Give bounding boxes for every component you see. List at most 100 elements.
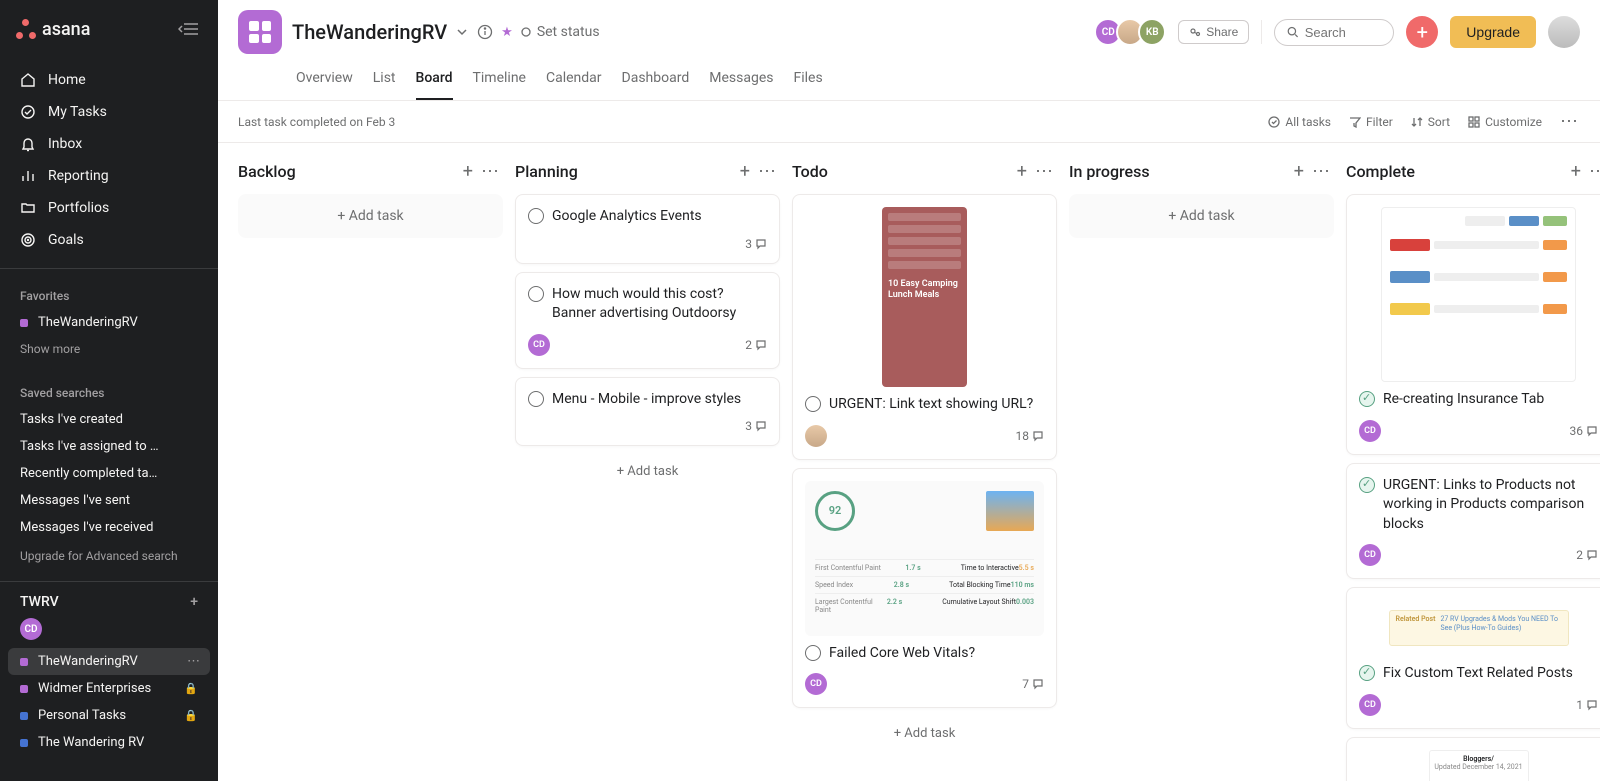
assignee-avatar[interactable]: CD (1359, 420, 1381, 442)
search-input[interactable] (1305, 25, 1382, 40)
assignee-avatar[interactable]: CD (528, 334, 550, 356)
sort-button[interactable]: Sort (1411, 115, 1450, 129)
share-button[interactable]: Share (1178, 20, 1249, 44)
complete-checkbox[interactable] (1359, 477, 1375, 493)
add-task-button[interactable]: + Add task (1069, 194, 1334, 238)
column-more-button[interactable]: ⋯ (1031, 161, 1057, 182)
add-task-button[interactable]: + Add task (515, 454, 780, 489)
comment-count[interactable]: 7 (1022, 677, 1044, 691)
search-box[interactable] (1274, 19, 1394, 46)
project-item[interactable]: TheWanderingRV⋯ (8, 648, 210, 675)
complete-checkbox[interactable] (805, 396, 821, 412)
add-task-button[interactable]: + Add task (238, 194, 503, 238)
nav-item-portfolios[interactable]: Portfolios (0, 192, 218, 224)
column-title[interactable]: Planning (515, 162, 736, 181)
project-icon[interactable] (238, 10, 282, 54)
column-title[interactable]: In progress (1069, 162, 1290, 181)
team-avatar[interactable]: CD (20, 618, 42, 640)
task-card[interactable]: 92First Contentful Paint1.7 sTime to Int… (792, 468, 1057, 709)
user-avatar[interactable] (1548, 16, 1580, 48)
tab-messages[interactable]: Messages (709, 60, 773, 100)
member-avatar[interactable]: KB (1138, 18, 1166, 46)
tab-calendar[interactable]: Calendar (546, 60, 602, 100)
column-more-button[interactable]: ⋯ (754, 161, 780, 182)
task-card[interactable]: How much would this cost? Banner adverti… (515, 272, 780, 369)
nav-item-my-tasks[interactable]: My Tasks (0, 96, 218, 128)
assignee-avatar[interactable] (805, 425, 827, 447)
task-card[interactable]: Bloggers/Updated December 14, 2021 (1346, 737, 1600, 781)
tab-files[interactable]: Files (793, 60, 822, 100)
filter-button[interactable]: Filter (1349, 115, 1393, 129)
logo[interactable]: asana (16, 19, 174, 40)
project-item[interactable]: Personal Tasks🔒 (0, 702, 218, 729)
set-status-button[interactable]: Set status (521, 24, 600, 40)
assignee-avatar[interactable]: CD (805, 673, 827, 695)
column-title[interactable]: Backlog (238, 162, 459, 181)
star-icon[interactable]: ★ (501, 25, 513, 40)
nav-item-goals[interactable]: Goals (0, 224, 218, 256)
comment-count[interactable]: 2 (745, 338, 767, 352)
task-card[interactable]: URGENT: Links to Products not working in… (1346, 463, 1600, 580)
comment-count[interactable]: 3 (745, 419, 767, 433)
project-dropdown-chevron[interactable] (455, 25, 469, 39)
column-more-button[interactable]: ⋯ (1585, 161, 1600, 182)
column-add-button[interactable]: + (736, 161, 754, 182)
task-card[interactable]: Google Analytics Events3 (515, 194, 780, 264)
comment-count[interactable]: 1 (1576, 698, 1598, 712)
column-add-button[interactable]: + (459, 161, 477, 182)
column-add-button[interactable]: + (1013, 161, 1031, 182)
complete-checkbox[interactable] (528, 286, 544, 302)
project-title[interactable]: TheWanderingRV (292, 20, 447, 44)
global-add-button[interactable]: + (1406, 16, 1438, 48)
favorite-item[interactable]: TheWanderingRV (0, 309, 218, 336)
assignee-avatar[interactable]: CD (1359, 694, 1381, 716)
complete-checkbox[interactable] (1359, 665, 1375, 681)
info-icon[interactable] (477, 24, 493, 40)
all-tasks-button[interactable]: All tasks (1268, 115, 1331, 129)
project-more-icon[interactable]: ⋯ (187, 654, 200, 669)
board-more-button[interactable]: ⋯ (1560, 111, 1580, 132)
nav-item-inbox[interactable]: Inbox (0, 128, 218, 160)
column-more-button[interactable]: ⋯ (1308, 161, 1334, 182)
assignee-avatar[interactable]: CD (1359, 544, 1381, 566)
tab-dashboard[interactable]: Dashboard (622, 60, 690, 100)
column-add-button[interactable]: + (1290, 161, 1308, 182)
upgrade-advanced-search[interactable]: Upgrade for Advanced search (0, 541, 218, 571)
column-add-button[interactable]: + (1567, 161, 1585, 182)
saved-search-item[interactable]: Messages I've sent (0, 487, 218, 514)
upgrade-button[interactable]: Upgrade (1450, 16, 1536, 48)
comment-count[interactable]: 36 (1570, 424, 1599, 438)
nav-item-reporting[interactable]: Reporting (0, 160, 218, 192)
tab-list[interactable]: List (373, 60, 396, 100)
saved-search-item[interactable]: Tasks I've created (0, 406, 218, 433)
nav-item-home[interactable]: Home (0, 64, 218, 96)
column-title[interactable]: Todo (792, 162, 1013, 181)
tab-timeline[interactable]: Timeline (473, 60, 526, 100)
comment-count[interactable]: 18 (1016, 429, 1045, 443)
tab-board[interactable]: Board (416, 60, 453, 100)
task-card[interactable]: Menu - Mobile - improve styles3 (515, 377, 780, 447)
add-task-button[interactable]: + Add task (792, 716, 1057, 751)
task-card[interactable]: Re-creating Insurance TabCD36 (1346, 194, 1600, 455)
saved-search-item[interactable]: Recently completed ta… (0, 460, 218, 487)
complete-checkbox[interactable] (528, 208, 544, 224)
add-project-button[interactable]: + (190, 594, 198, 610)
saved-search-item[interactable]: Tasks I've assigned to … (0, 433, 218, 460)
column-title[interactable]: Complete (1346, 162, 1567, 181)
column-more-button[interactable]: ⋯ (477, 161, 503, 182)
task-card[interactable]: 10 Easy Camping Lunch MealsURGENT: Link … (792, 194, 1057, 460)
tab-overview[interactable]: Overview (296, 60, 353, 100)
project-item[interactable]: The Wandering RV (0, 729, 218, 756)
project-members[interactable]: CDKB (1100, 18, 1166, 46)
project-item[interactable]: Widmer Enterprises🔒 (0, 675, 218, 702)
complete-checkbox[interactable] (805, 645, 821, 661)
team-name[interactable]: TWRV (20, 594, 59, 610)
comment-count[interactable]: 2 (1576, 548, 1598, 562)
saved-search-item[interactable]: Messages I've received (0, 514, 218, 541)
complete-checkbox[interactable] (528, 391, 544, 407)
comment-count[interactable]: 3 (745, 237, 767, 251)
show-more-favorites[interactable]: Show more (0, 336, 218, 362)
customize-button[interactable]: Customize (1468, 115, 1542, 129)
collapse-sidebar-button[interactable] (174, 18, 202, 40)
task-card[interactable]: Related Post27 RV Upgrades & Mods You NE… (1346, 587, 1600, 729)
